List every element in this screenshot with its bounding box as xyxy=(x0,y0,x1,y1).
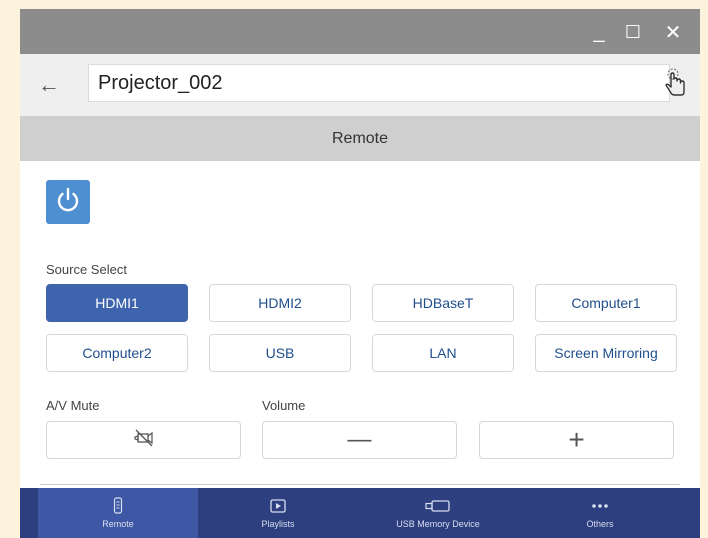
source-hdmi1-button[interactable]: HDMI1 xyxy=(46,284,188,322)
source-computer1-button[interactable]: Computer1 xyxy=(535,284,677,322)
address-bar: ← Projector_002 xyxy=(20,54,700,116)
remote-icon xyxy=(113,497,123,514)
nav-label-usb-memory-device: USB Memory Device xyxy=(396,518,480,529)
playlist-icon xyxy=(270,498,286,514)
volume-up-button[interactable]: + xyxy=(479,421,674,459)
nav-label-remote: Remote xyxy=(102,518,134,529)
source-usb-button[interactable]: USB xyxy=(209,334,351,372)
minus-icon: — xyxy=(347,426,372,453)
av-mute-label: A/V Mute xyxy=(46,398,100,413)
hand-pointer-icon xyxy=(662,68,688,103)
volume-label: Volume xyxy=(262,398,306,413)
nav-item-others[interactable]: Others xyxy=(518,488,682,538)
source-hdmi2-button[interactable]: HDMI2 xyxy=(209,284,351,322)
page-title: Remote xyxy=(20,116,700,161)
back-button[interactable]: ← xyxy=(34,70,64,100)
power-icon xyxy=(53,185,83,220)
source-hdbaset-button[interactable]: HDBaseT xyxy=(372,284,514,322)
minimize-button[interactable]: _ xyxy=(586,19,612,45)
source-screen-mirroring-button[interactable]: Screen Mirroring xyxy=(535,334,677,372)
source-computer2-button[interactable]: Computer2 xyxy=(46,334,188,372)
nav-item-usb-memory-device[interactable]: USB Memory Device xyxy=(358,488,518,538)
source-select-label: Source Select xyxy=(46,262,127,277)
divider xyxy=(40,484,680,485)
av-mute-button[interactable] xyxy=(46,421,241,459)
nav-item-playlists[interactable]: Playlists xyxy=(198,488,358,538)
nav-item-remote[interactable]: Remote xyxy=(38,488,198,538)
plus-icon: + xyxy=(568,424,585,455)
device-name-field[interactable]: Projector_002 xyxy=(88,64,670,102)
title-bar: _ ☐ ✕ xyxy=(20,9,700,54)
nav-label-others: Others xyxy=(586,518,614,529)
usb-icon xyxy=(425,498,451,514)
power-button[interactable] xyxy=(46,180,90,224)
av-mute-icon xyxy=(133,428,155,453)
volume-down-button[interactable]: — xyxy=(262,421,457,459)
maximize-button[interactable]: ☐ xyxy=(620,19,646,45)
touch-pointer-button[interactable] xyxy=(655,66,695,104)
nav-label-playlists: Playlists xyxy=(261,518,295,529)
close-button[interactable]: ✕ xyxy=(660,19,686,45)
source-lan-button[interactable]: LAN xyxy=(372,334,514,372)
app-window: _ ☐ ✕ ← Projector_002 Remote Source Sele… xyxy=(20,9,700,538)
bottom-nav: Remote Playlists USB Memory Device Other… xyxy=(20,488,700,538)
more-icon xyxy=(591,498,609,514)
